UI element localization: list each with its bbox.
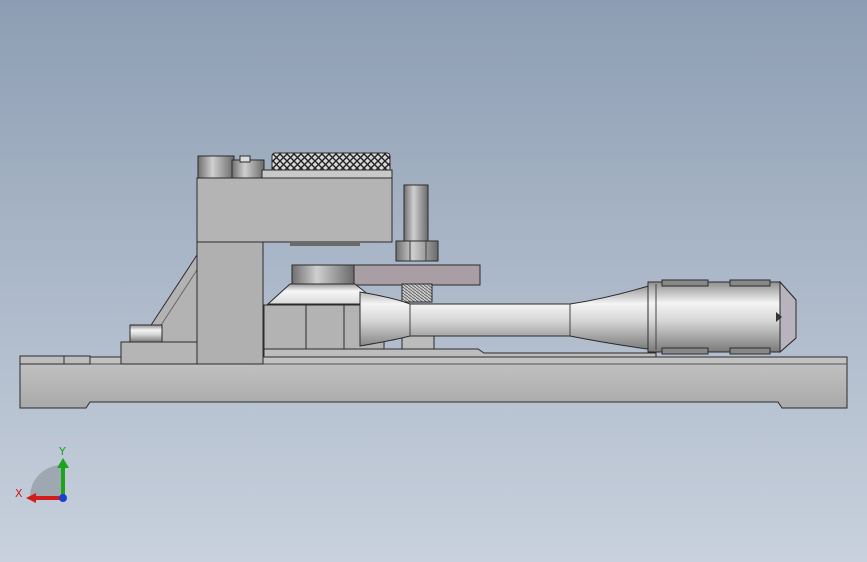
triad-plane-icon: [30, 465, 62, 497]
y-axis-arrowhead: [57, 458, 69, 468]
axis-triad: Y X: [15, 445, 69, 503]
x-axis-label: X: [15, 487, 23, 500]
cad-viewport[interactable]: Y X: [0, 0, 867, 562]
y-axis-label: Y: [58, 445, 66, 458]
z-axis-dot: [59, 494, 67, 502]
